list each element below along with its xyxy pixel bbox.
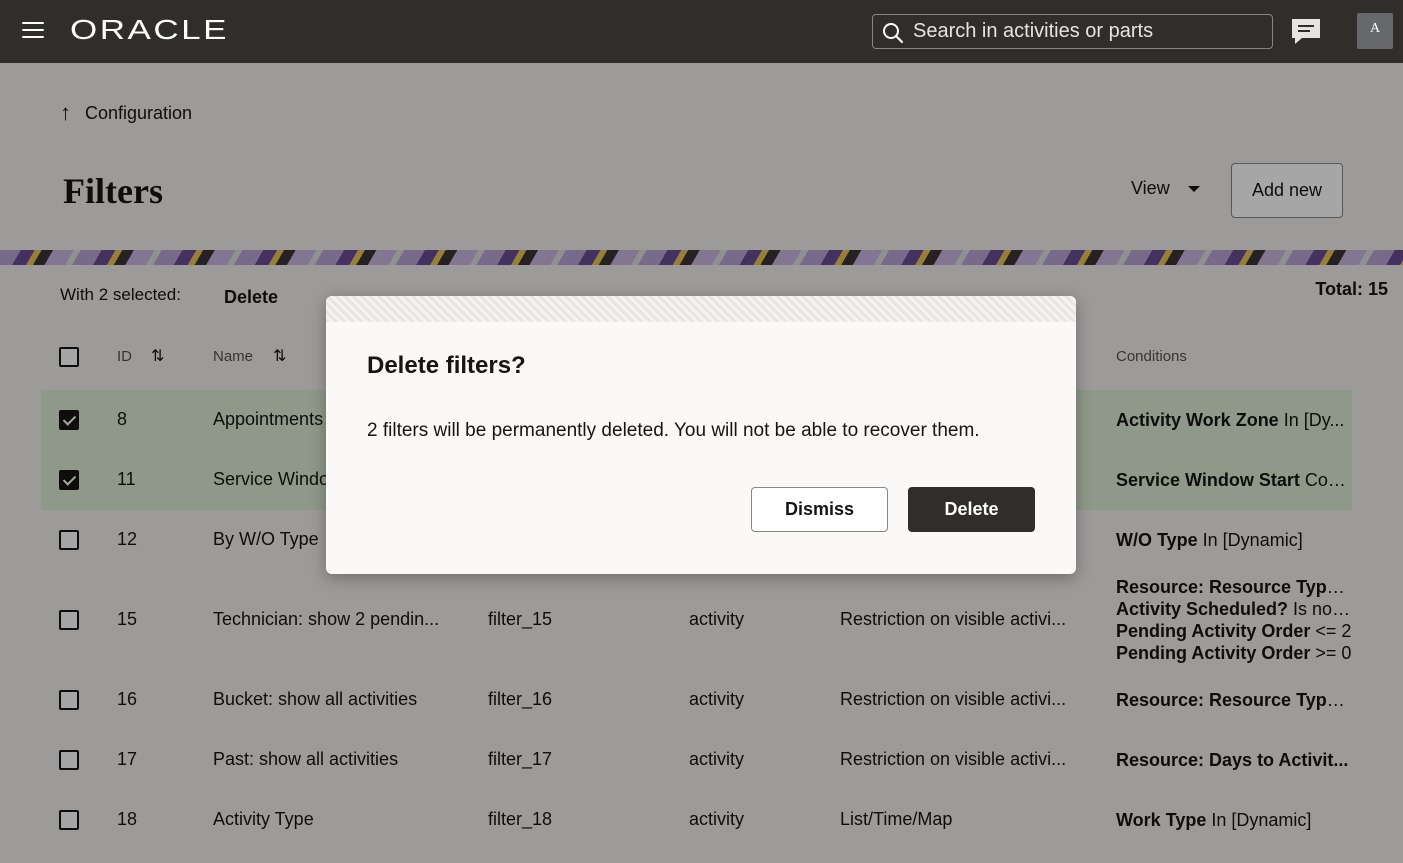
chat-icon[interactable] [1290,17,1322,47]
dialog-title: Delete filters? [367,352,526,379]
menu-icon[interactable] [22,22,44,40]
dialog-header [326,296,1076,322]
avatar[interactable]: A [1357,13,1393,49]
search-input[interactable] [913,15,1263,48]
dialog-message: 2 filters will be permanently deleted. Y… [367,420,980,441]
dismiss-button[interactable]: Dismiss [751,487,888,532]
confirm-delete-button[interactable]: Delete [908,487,1035,532]
oracle-logo[interactable]: ORACLE [70,14,229,46]
search-box[interactable] [872,14,1273,49]
search-icon [883,23,904,44]
delete-dialog: Delete filters? 2 filters will be perman… [326,296,1076,574]
top-bar: ORACLE A [0,0,1403,63]
